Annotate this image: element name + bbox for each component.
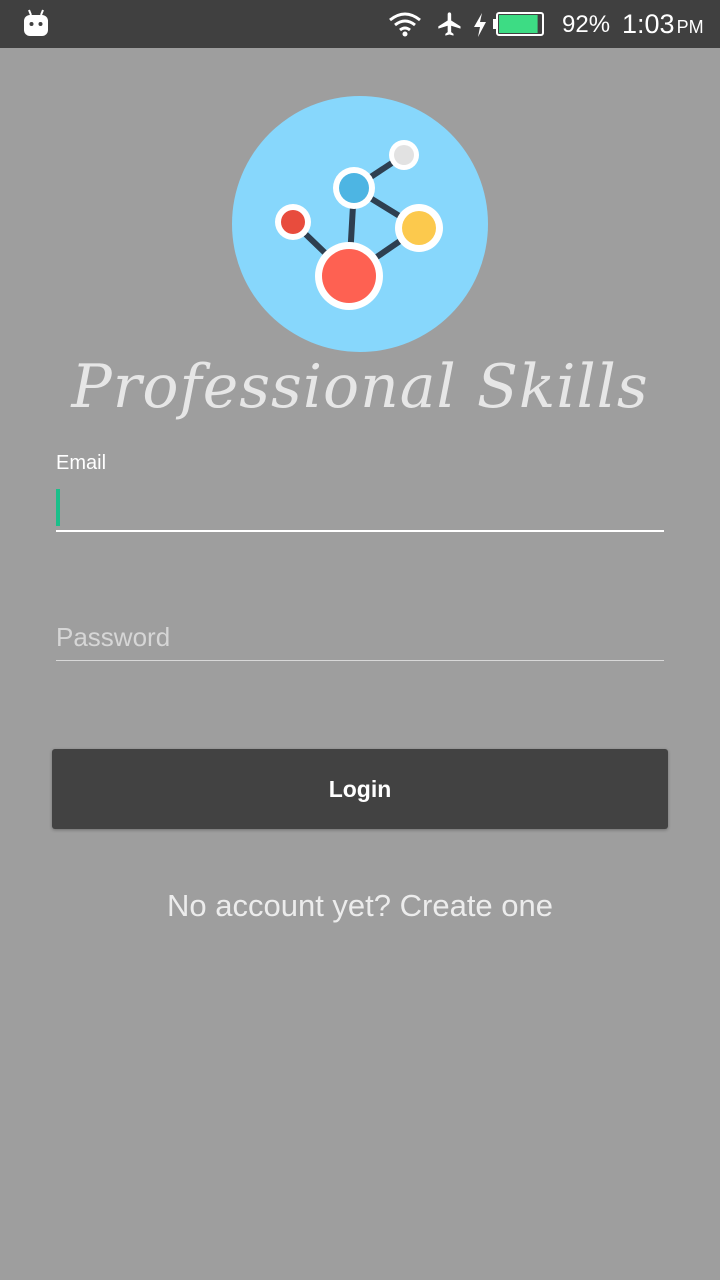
airplane-icon <box>438 12 461 36</box>
text-cursor <box>56 489 60 526</box>
password-field[interactable] <box>56 614 664 661</box>
wifi-icon <box>389 12 421 37</box>
battery-fill <box>499 15 538 33</box>
app-title: Professional Skills <box>71 352 649 422</box>
clock-time: 1:03 <box>622 9 675 39</box>
clock-ampm: PM <box>676 17 704 37</box>
molecule-network-icon <box>232 96 488 352</box>
email-field[interactable] <box>56 484 664 532</box>
battery-icon <box>493 12 544 36</box>
charging-bolt-icon <box>474 13 486 37</box>
login-button[interactable]: Login <box>52 749 668 829</box>
battery-percent: 92% <box>562 11 611 38</box>
create-account-link[interactable]: No account yet? Create one <box>0 888 720 924</box>
status-bar: 92% 1:03 PM <box>0 0 720 48</box>
email-label: Email <box>56 452 107 474</box>
clock: 1:03 PM <box>622 9 704 40</box>
android-robot-icon <box>24 9 48 36</box>
